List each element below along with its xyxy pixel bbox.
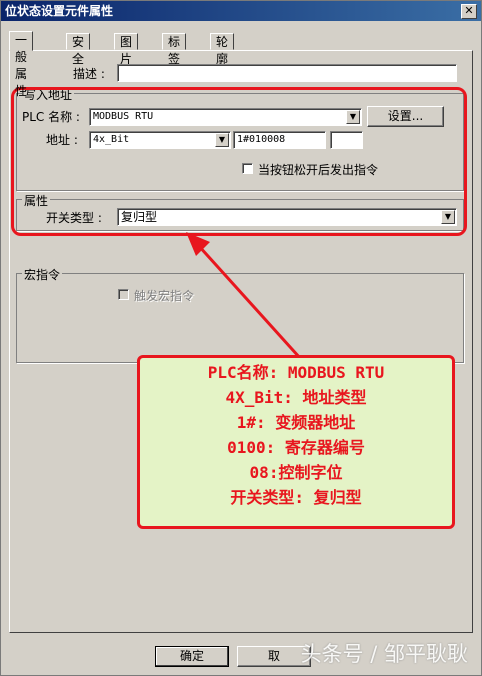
annotation-line: 4X_Bit: 地址类型 bbox=[225, 388, 367, 407]
arrow-line bbox=[196, 243, 302, 360]
callout-arrow bbox=[186, 232, 302, 360]
annotation-box: PLC名称: MODBUS RTU 4X_Bit: 地址类型 1#: 变频器地址… bbox=[137, 355, 455, 529]
annotation-line: 开关类型: 复归型 bbox=[230, 488, 362, 507]
annotation-line: 0100: 寄存器编号 bbox=[227, 438, 365, 457]
annotation-line: PLC名称: MODBUS RTU bbox=[207, 363, 385, 382]
annotation-line: 1#: 变频器地址 bbox=[236, 413, 356, 432]
tab-general[interactable]: 一般属性 bbox=[9, 31, 34, 98]
watermark: 头条号 / 邹平耿耿 bbox=[300, 642, 468, 666]
annotation-line: 08:控制字位 bbox=[249, 463, 343, 482]
